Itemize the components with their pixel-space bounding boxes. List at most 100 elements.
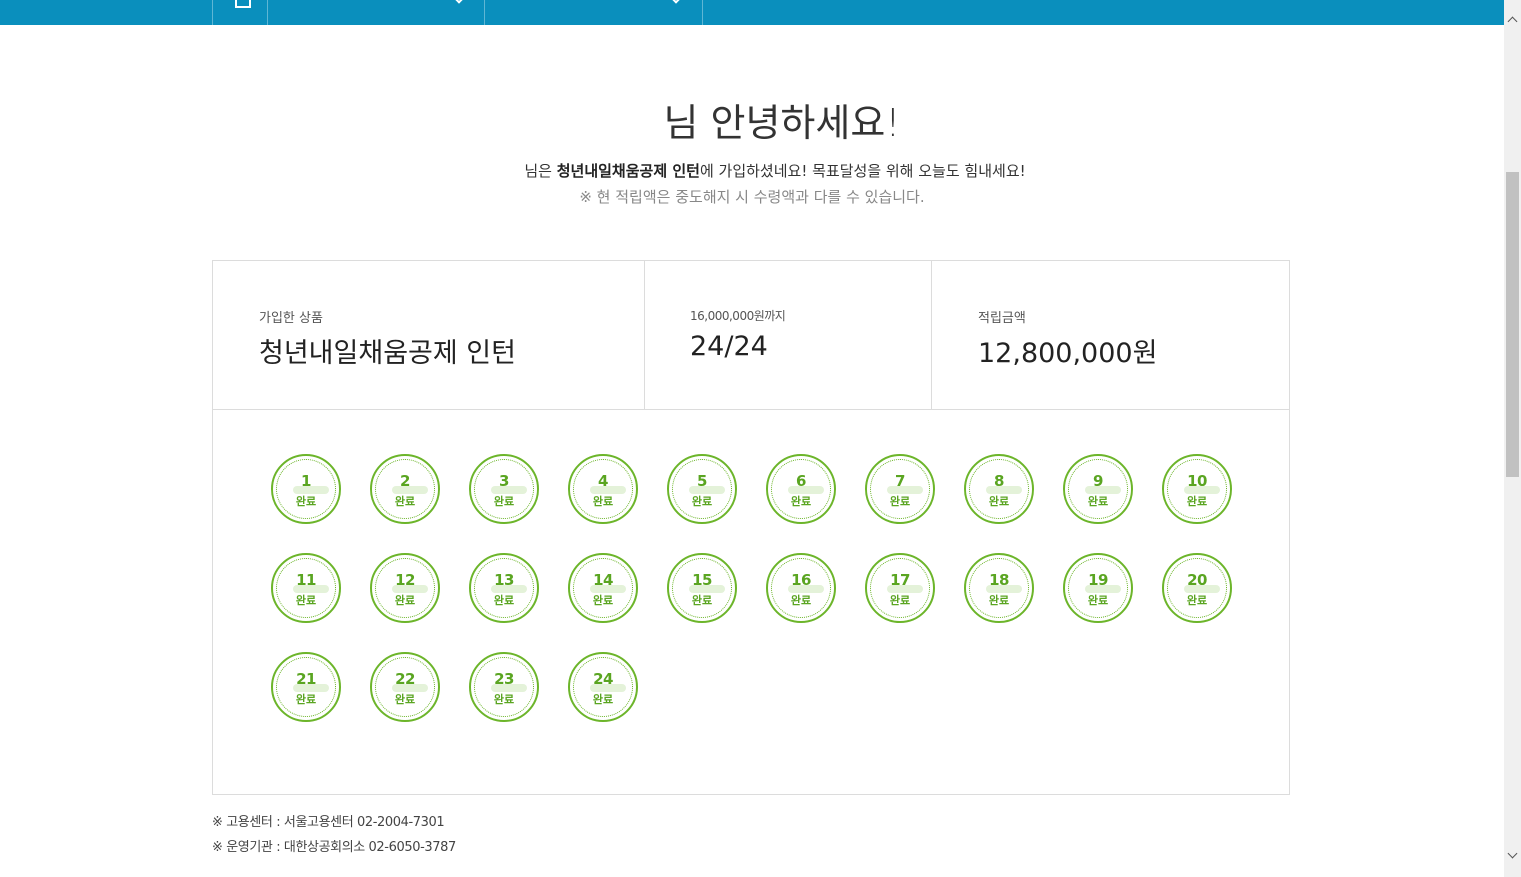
stamp-status: 완료 — [790, 594, 812, 607]
stamp-status: 완료 — [394, 594, 416, 607]
stamp-number: 10 — [1187, 472, 1207, 490]
stamp-status: 완료 — [691, 495, 713, 508]
notice-text: ※ 현 적립액은 중도해지 시 수령액과 다를 수 있습니다. — [579, 188, 925, 206]
stamp-number: 8 — [994, 472, 1004, 490]
payment-stamp: 23 완료 — [469, 652, 539, 722]
payment-stamp: 16 완료 — [766, 553, 836, 623]
home-icon — [235, 0, 251, 8]
stamp-number: 1 — [301, 472, 311, 490]
product-label: 가입한 상품 — [259, 311, 323, 326]
payment-stamp: 7 완료 — [865, 454, 935, 524]
stamp-status: 완료 — [493, 495, 515, 508]
operating-agency-note: ※ 운영기관 : 대한상공회의소 02-6050-3787 — [212, 840, 456, 855]
stamp-status: 완료 — [592, 693, 614, 706]
home-button[interactable] — [212, 0, 268, 25]
stamp-status: 완료 — [988, 594, 1010, 607]
payment-stamp: 20 완료 — [1162, 553, 1232, 623]
payment-stamp: 24 완료 — [568, 652, 638, 722]
stamp-status: 완료 — [493, 594, 515, 607]
stamp-status: 완료 — [1186, 594, 1208, 607]
stamp-status: 완료 — [1087, 594, 1109, 607]
saved-amount-cell: 적립금액 12,800,000원 — [932, 261, 1289, 409]
payment-stamp: 12 완료 — [370, 553, 440, 623]
savings-summary-box: 가입한 상품 청년내일채움공제 인턴 16,000,000원까지 24/24 적… — [212, 260, 1290, 795]
goal-cell: 16,000,000원까지 24/24 — [645, 261, 932, 409]
stamp-status: 완료 — [1087, 495, 1109, 508]
payment-stamp: 9 완료 — [1063, 454, 1133, 524]
stamp-status: 완료 — [394, 693, 416, 706]
scroll-up-arrow-icon[interactable] — [1507, 16, 1518, 27]
payment-stamp: 4 완료 — [568, 454, 638, 524]
greeting-title-text: 님 안녕하세요! — [663, 101, 901, 145]
stamp-number: 17 — [890, 571, 910, 589]
stamp-status: 완료 — [295, 693, 317, 706]
stamp-number: 9 — [1093, 472, 1103, 490]
stamp-number: 21 — [296, 670, 316, 688]
employment-center-note: ※ 고용센터 : 서울고용센터 02-2004-7301 — [212, 815, 445, 830]
scroll-down-arrow-icon[interactable] — [1507, 848, 1518, 859]
payment-stamp: 2 완료 — [370, 454, 440, 524]
chevron-down-icon — [670, 0, 682, 4]
stamp-status: 완료 — [295, 594, 317, 607]
stamp-number: 16 — [791, 571, 811, 589]
subtext-suffix: 에 가입하셨네요! 목표달성을 위해 오늘도 힘내세요! — [699, 162, 1026, 180]
payment-stamp: 13 완료 — [469, 553, 539, 623]
stamp-number: 4 — [598, 472, 608, 490]
payment-stamp: 3 완료 — [469, 454, 539, 524]
goal-progress-value: 24/24 — [690, 331, 768, 362]
stamp-status: 완료 — [988, 495, 1010, 508]
stamp-number: 14 — [593, 571, 613, 589]
stamp-number: 5 — [697, 472, 707, 490]
stamp-number: 15 — [692, 571, 712, 589]
stamp-number: 7 — [895, 472, 905, 490]
greeting-title: 님 안녕하세요! — [0, 92, 1504, 147]
payment-stamp: 8 완료 — [964, 454, 1034, 524]
stamp-number: 2 — [400, 472, 410, 490]
goal-label: 16,000,000원까지 — [690, 309, 786, 323]
stamp-status: 완료 — [493, 693, 515, 706]
product-value: 청년내일채움공제 인턴 — [259, 338, 516, 369]
stamp-number: 23 — [494, 670, 514, 688]
stamp-number: 13 — [494, 571, 514, 589]
greeting-subtext: 님은 청년내일채움공제 인턴에 가입하셨네요! 목표달성을 위해 오늘도 힘내세… — [0, 160, 1521, 181]
top-navigation-bar — [0, 0, 1504, 25]
subtext-product: 청년내일채움공제 인턴 — [556, 162, 700, 180]
stamp-status: 완료 — [889, 594, 911, 607]
stamp-status: 완료 — [691, 594, 713, 607]
stamp-status: 완료 — [295, 495, 317, 508]
payment-stamp: 17 완료 — [865, 553, 935, 623]
summary-row: 가입한 상품 청년내일채움공제 인턴 16,000,000원까지 24/24 적… — [213, 261, 1289, 410]
stamp-number: 11 — [296, 571, 316, 589]
stamp-number: 6 — [796, 472, 806, 490]
stamp-number: 19 — [1088, 571, 1108, 589]
stamp-status: 완료 — [592, 594, 614, 607]
payment-stamp: 11 완료 — [271, 553, 341, 623]
payment-stamp: 6 완료 — [766, 454, 836, 524]
payment-stamp: 22 완료 — [370, 652, 440, 722]
saved-amount-label: 적립금액 — [978, 311, 1026, 326]
stamp-number: 3 — [499, 472, 509, 490]
stamp-status: 완료 — [889, 495, 911, 508]
scrollbar[interactable] — [1504, 0, 1521, 877]
payment-stamp: 21 완료 — [271, 652, 341, 722]
nav-menu-2[interactable] — [484, 0, 703, 25]
stamp-number: 24 — [593, 670, 613, 688]
stamp-status: 완료 — [592, 495, 614, 508]
chevron-down-icon — [453, 0, 465, 4]
payment-stamp: 14 완료 — [568, 553, 638, 623]
payment-stamp: 10 완료 — [1162, 454, 1232, 524]
product-cell: 가입한 상품 청년내일채움공제 인턴 — [213, 261, 645, 409]
stamp-status: 완료 — [790, 495, 812, 508]
stamp-number: 22 — [395, 670, 415, 688]
stamp-number: 12 — [395, 571, 415, 589]
subtext-prefix: 님은 — [524, 162, 557, 180]
saved-amount-value: 12,800,000원 — [978, 338, 1158, 369]
stamp-status: 완료 — [1186, 495, 1208, 508]
stamp-number: 20 — [1187, 571, 1207, 589]
payment-stamp: 15 완료 — [667, 553, 737, 623]
scrollbar-thumb[interactable] — [1506, 172, 1519, 477]
payment-stamp: 18 완료 — [964, 553, 1034, 623]
stamp-number: 18 — [989, 571, 1009, 589]
payment-stamp: 19 완료 — [1063, 553, 1133, 623]
nav-menu-1[interactable] — [267, 0, 485, 25]
